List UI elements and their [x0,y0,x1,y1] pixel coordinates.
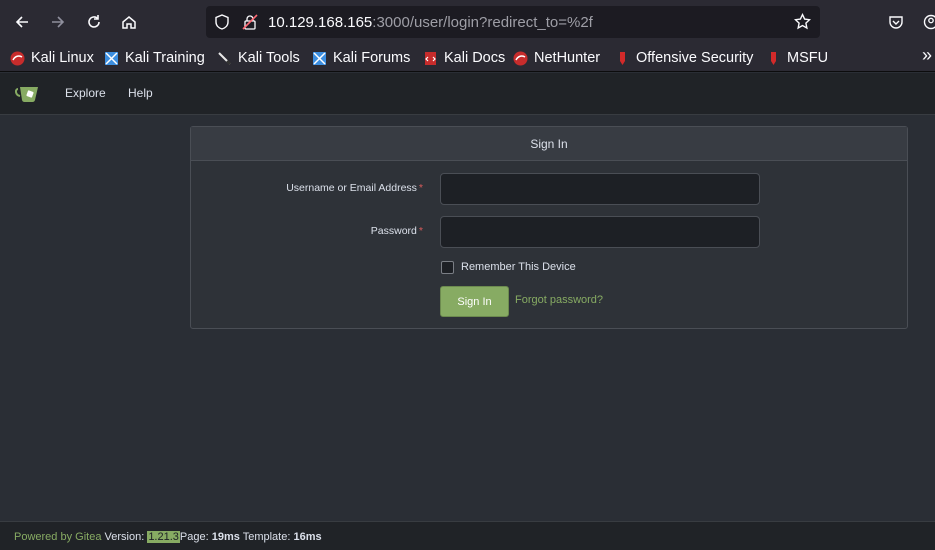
bookmark-kali-linux[interactable]: Kali Linux [10,49,94,67]
bookmarks-bar: Kali Linux Kali Training Kali Tools Kali… [0,44,935,72]
password-input[interactable] [440,216,760,248]
username-input[interactable] [440,173,760,205]
version-label: Version: [104,531,145,543]
powered-by-link[interactable]: Powered by Gitea [14,531,101,543]
pocket-icon[interactable] [882,8,910,36]
bookmark-kali-forums[interactable]: Kali Forums [312,49,410,67]
home-icon[interactable] [115,8,143,36]
page-time-label: Page: [179,531,209,543]
nav-explore[interactable]: Explore [65,86,106,100]
bookmark-kali-docs[interactable]: Kali Docs [423,49,505,67]
gitea-navbar: Explore Help [0,73,935,115]
bookmark-kali-tools[interactable]: Kali Tools [217,49,300,67]
password-label-text: Password [370,225,417,237]
required-mark: * [418,225,423,237]
bookmark-label: MSFU [787,50,829,66]
kali-training-icon [104,51,119,66]
required-mark: * [418,182,423,194]
bookmark-nethunter[interactable]: NetHunter [513,49,600,67]
page-footer: Powered by Gitea Version: 1.21.3Page: 19… [0,521,935,550]
page-time-value: 19ms [211,531,240,543]
remember-device-checkbox[interactable] [441,261,454,274]
password-label: Password * [191,225,423,237]
url-host: 10.129.168.165 [268,14,373,31]
version-value: 1.21.3 [147,531,180,543]
msfu-icon [766,51,781,66]
username-label: Username or Email Address * [191,182,423,194]
url-path: :3000/user/login?redirect_to=%2f [372,14,593,31]
kali-tools-icon [217,51,232,66]
bookmark-label: Offensive Security [636,50,754,66]
bookmark-kali-training[interactable]: Kali Training [104,49,205,67]
bookmark-label: Kali Tools [238,50,300,66]
offsec-icon [615,51,630,66]
bookmark-label: Kali Linux [31,50,94,66]
nethunter-icon [513,51,528,66]
back-icon[interactable] [8,8,36,36]
bookmarks-overflow-icon[interactable]: » [922,45,932,65]
kali-docs-icon [423,51,438,66]
kali-forums-icon [312,51,327,66]
bookmark-label: Kali Training [125,50,205,66]
signin-panel: Sign In Username or Email Address * Passw… [190,126,908,329]
shield-icon[interactable] [215,14,229,35]
template-time-value: 16ms [293,531,322,543]
signin-button[interactable]: Sign In [440,286,509,317]
forward-icon[interactable] [44,8,72,36]
bookmark-label: NetHunter [534,50,601,66]
template-time-label: Template: [242,531,291,543]
bookmark-offensive-security[interactable]: Offensive Security [615,49,753,67]
remember-device-label[interactable]: Remember This Device [461,261,576,273]
bookmark-label: Kali Docs [444,50,506,66]
forgot-password-link[interactable]: Forgot password? [515,294,603,306]
browser-toolbar: 10.129.168.165:3000/user/login?redirect_… [0,0,935,44]
account-icon[interactable] [917,8,935,36]
username-label-text: Username or Email Address [286,182,417,194]
bookmark-label: Kali Forums [333,50,411,66]
url-text[interactable]: 10.129.168.165:3000/user/login?redirect_… [268,14,593,31]
bookmark-msfu[interactable]: MSFU [766,49,828,67]
reload-icon[interactable] [80,8,108,36]
url-bar[interactable]: 10.129.168.165:3000/user/login?redirect_… [206,6,820,38]
nav-help[interactable]: Help [128,86,153,100]
kali-dragon-icon [10,51,25,66]
gitea-logo-icon[interactable] [14,84,41,104]
signin-title: Sign In [191,127,907,161]
bookmark-star-icon[interactable] [793,12,812,35]
insecure-lock-icon[interactable] [242,14,258,35]
